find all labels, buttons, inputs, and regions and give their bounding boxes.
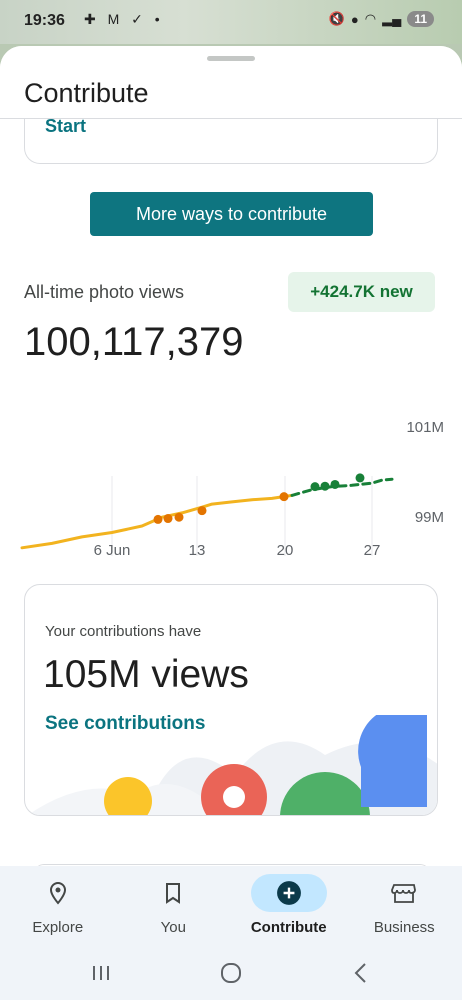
data-point [320,481,330,491]
y-tick-label: 99M [415,509,444,526]
store-icon [366,874,442,912]
system-nav-bar [0,946,462,1000]
nav-business[interactable]: Business [347,866,462,946]
data-point [197,506,207,516]
nav-explore[interactable]: Explore [0,866,116,946]
data-point [355,473,365,483]
status-bar: 19:36 ✚ M ✓ • 🔇 ● ◠ ▂▄ 11 [0,0,462,44]
bookmark-icon [135,874,211,912]
battery-indicator: 11 [407,11,434,27]
status-right-icons: 🔇 ● ◠ ▂▄ 11 [329,11,434,27]
pin-icon [20,874,96,912]
data-point [174,512,184,522]
start-link[interactable]: Start [45,116,86,137]
nav-you[interactable]: You [116,866,232,946]
location-icon: ● [350,11,359,27]
drag-handle[interactable] [207,56,255,61]
x-tick-label: 20 [277,542,294,556]
contribute-sheet: Start Contribute More ways to contribute… [0,46,462,866]
x-tick-label: 6 Jun [94,542,131,556]
data-point [330,479,340,489]
contributions-subtitle: Your contributions have [45,623,202,640]
photo-views-chart: 101M 99M 6 Jun 13 20 27 [20,419,444,556]
x-tick-label: 27 [364,542,381,556]
nav-business-label: Business [373,919,435,936]
sheet-title: Contribute [24,78,149,108]
nav-contribute[interactable]: Contribute [231,866,347,946]
signal-icon: ▂▄ [382,11,402,26]
nav-explore-label: Explore [32,919,84,936]
x-tick-label: 13 [189,542,206,556]
data-point [153,514,163,524]
nav-contribute-label: Contribute [250,919,327,936]
notification-icons: ✚ M ✓ • [84,11,164,27]
add-circle-icon [250,874,327,912]
recents-icon[interactable] [88,960,114,986]
more-ways-to-contribute-button[interactable]: More ways to contribute [90,192,373,236]
mute-icon: 🔇 [328,11,345,26]
back-icon[interactable] [348,960,374,986]
series-line-1 [290,477,394,497]
status-time: 19:36 [24,12,65,29]
see-contributions-link[interactable]: See contributions [45,713,205,735]
wifi-icon: ◠ [364,11,377,26]
contributions-card[interactable]: Your contributions have 105M views See c… [24,584,438,816]
bottom-nav: Explore You Contribute Business [0,866,462,946]
photo-views-label: All-time photo views [24,282,185,302]
photo-views-total: 100,117,379 [24,320,244,364]
contributions-views: 105M views [43,653,249,696]
data-point [310,482,320,492]
nav-you-label: You [160,919,186,936]
data-point [163,514,173,524]
y-tick-label: 101M [406,419,444,436]
home-icon[interactable] [218,960,244,986]
data-point [279,492,289,502]
sheet-header: Contribute [0,46,462,119]
divider [0,118,462,119]
new-views-badge: +424.7K new [288,272,435,312]
